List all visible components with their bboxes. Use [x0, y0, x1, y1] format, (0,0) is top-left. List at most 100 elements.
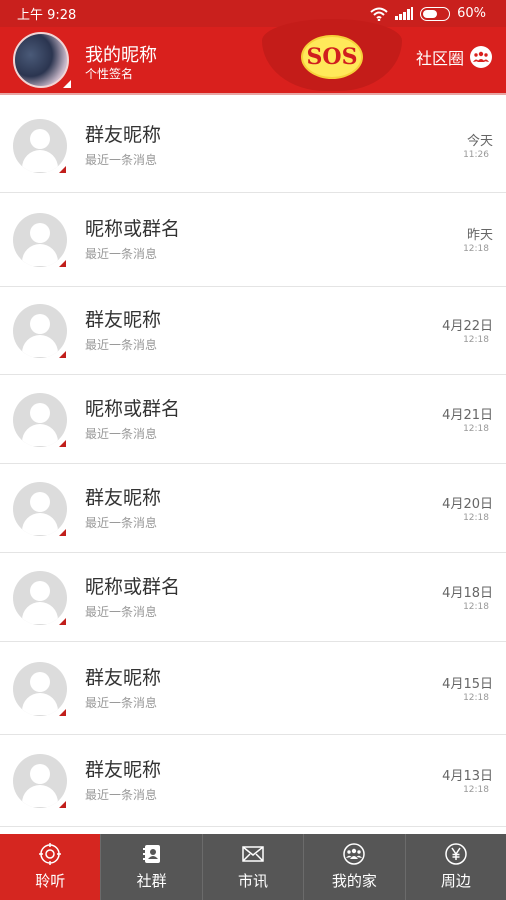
nav-tab-2[interactable]: 市讯 [201, 834, 303, 900]
status-bar: 上午 9:28 60% [0, 0, 506, 27]
chat-time: 12:18 [463, 693, 489, 703]
nav-tab-0[interactable]: 聆听 [0, 834, 101, 900]
chat-last-message: 最近一条消息 [85, 696, 158, 710]
chat-list-item[interactable]: 昵称或群名最近一条消息 4月18日 12:18 [0, 553, 506, 642]
chat-title: 群友昵称 [85, 667, 162, 689]
avatar-body [22, 150, 58, 172]
chat-date: 4月20日 [442, 497, 493, 512]
chat-time: 12:18 [463, 602, 489, 612]
avatar-head [30, 764, 50, 784]
yuan-icon [445, 842, 467, 865]
chat-time: 12:18 [463, 424, 489, 434]
battery-percent: 60% [457, 6, 486, 21]
nav-tab-label: 周边 [440, 871, 471, 890]
community-label: 社区圈 [415, 49, 464, 68]
avatar-body [22, 602, 58, 624]
wifi-icon [370, 7, 388, 21]
chat-list-item[interactable]: 群友昵称最近一条消息 4月20日 12:18 [0, 464, 506, 553]
avatar-body [22, 335, 58, 357]
avatar-corner-marker [59, 260, 66, 267]
avatar-head [30, 492, 50, 512]
chat-list-item[interactable]: 昵称或群名最近一条消息 4月21日 12:18 [0, 375, 506, 464]
chat-date: 今天 [466, 134, 493, 149]
chat-date: 4月13日 [442, 769, 493, 784]
avatar-head [30, 403, 50, 423]
status-time: 上午 9:28 [17, 8, 77, 23]
nav-tab-4[interactable]: 周边 [404, 834, 506, 900]
chat-title: 群友昵称 [85, 487, 162, 509]
avatar-corner-marker [59, 801, 66, 808]
chat-last-message: 最近一条消息 [85, 427, 158, 441]
avatar-corner-marker [63, 80, 71, 88]
chat-last-message: 最近一条消息 [85, 605, 158, 619]
avatar-head [30, 672, 50, 692]
chat-last-message: 最近一条消息 [85, 153, 158, 167]
contacts-book-icon [141, 844, 163, 864]
avatar-corner-marker [59, 351, 66, 358]
chat-last-message: 最近一条消息 [85, 788, 158, 802]
avatar-body [22, 693, 58, 715]
nav-tab-3[interactable]: 我的家 [303, 834, 404, 900]
avatar-body [22, 785, 58, 807]
chat-list-item[interactable]: 昵称或群名最近一条消息 昨天 12:18 [0, 193, 506, 287]
default-avatar-icon [13, 571, 67, 625]
app-header: 我的昵称 个性签名 SOS 社区圈 [0, 19, 506, 93]
chat-time: 11:26 [463, 150, 489, 160]
avatar [13, 32, 69, 88]
default-avatar-icon [13, 754, 67, 808]
chat-time: 12:18 [463, 513, 489, 523]
chat-last-message: 最近一条消息 [85, 247, 158, 261]
chat-date: 4月22日 [442, 319, 493, 334]
default-avatar-icon [13, 393, 67, 447]
chat-title: 昵称或群名 [85, 576, 181, 598]
chat-last-message: 最近一条消息 [85, 516, 158, 530]
profile-signature[interactable]: 个性签名 [85, 65, 133, 82]
avatar-corner-marker [59, 440, 66, 447]
mail-icon [242, 844, 264, 864]
avatar-head [30, 581, 50, 601]
nav-tab-label: 市讯 [238, 871, 269, 890]
avatar-corner-marker [59, 166, 66, 173]
profile-avatar[interactable] [13, 32, 71, 88]
community-circle-button[interactable]: 社区圈 [416, 45, 492, 69]
default-avatar-icon [13, 662, 67, 716]
avatar-head [30, 314, 50, 334]
avatar-corner-marker [59, 618, 66, 625]
chat-list-item[interactable]: 群友昵称最近一条消息 4月15日 12:18 [0, 642, 506, 735]
battery-icon [420, 6, 451, 21]
chat-title: 群友昵称 [85, 759, 162, 781]
profile-nickname[interactable]: 我的昵称 [85, 41, 157, 67]
chat-time: 12:18 [463, 335, 489, 345]
chat-date: 4月18日 [442, 586, 493, 601]
chat-time: 12:18 [463, 244, 489, 254]
chat-list[interactable]: 群友昵称 最近一条消息 今天 11:26 昵称或群名 最近一条消息 昨天 12:18 群友昵称最… [0, 99, 506, 834]
family-icon [343, 842, 366, 865]
default-avatar-icon [13, 213, 67, 267]
chat-title: 昵称或群名 [85, 218, 181, 240]
app-screen: 上午 9:28 60% 我的昵称 个性签名 SOS 社区圈 群友昵称 最近一条消… [0, 0, 506, 900]
battery-fill [423, 9, 438, 18]
chat-list-item[interactable]: 群友昵称最近一条消息 4月13日 12:18 [0, 735, 506, 827]
chat-title: 昵称或群名 [85, 398, 181, 420]
default-avatar-icon [13, 482, 67, 536]
chat-date: 昨天 [466, 228, 493, 243]
nav-tab-1[interactable]: 社群 [100, 834, 201, 900]
status-indicators: 60% [370, 6, 486, 21]
chat-list-item[interactable]: 群友昵称最近一条消息 今天 11:26 [0, 99, 506, 193]
signal-icon [395, 7, 414, 20]
sos-button[interactable]: SOS [301, 35, 363, 79]
chat-title: 群友昵称 [85, 309, 162, 331]
nav-tab-label: 我的家 [331, 871, 377, 890]
chat-time: 12:18 [463, 785, 489, 795]
bottom-nav: 聆听 社群 市讯 我的家 周边 [0, 834, 506, 900]
avatar-head [30, 223, 50, 243]
chat-title: 群友昵称 [85, 124, 162, 146]
chat-list-item[interactable]: 群友昵称最近一条消息 4月22日 12:18 [0, 287, 506, 375]
chat-date: 4月21日 [442, 408, 493, 423]
avatar-body [22, 513, 58, 535]
default-avatar-icon [13, 119, 67, 173]
nav-tab-label: 社群 [136, 871, 167, 890]
default-avatar-icon [13, 304, 67, 358]
chat-last-message: 最近一条消息 [85, 338, 158, 352]
chat-date: 4月15日 [442, 677, 493, 692]
